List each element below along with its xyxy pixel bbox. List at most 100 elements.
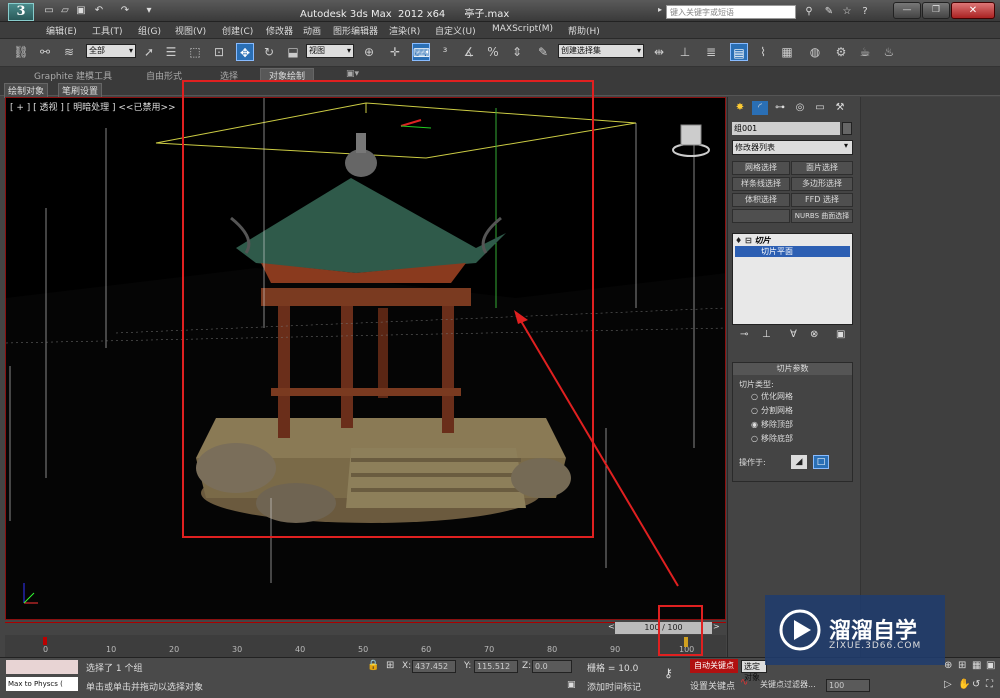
select-object-icon[interactable]: ➚ — [140, 43, 158, 61]
link-icon[interactable]: ⛓ — [12, 43, 30, 61]
y-coordinate-field[interactable]: 115.512 — [474, 660, 518, 673]
current-frame-field[interactable]: 100 — [826, 679, 870, 692]
rectangle-selection-icon[interactable]: ⬚ — [186, 43, 204, 61]
subtab-paint-object[interactable]: 绘制对象 — [4, 83, 49, 98]
percent-snap-icon[interactable]: % — [484, 43, 502, 61]
snaps-toggle-icon[interactable]: ³ — [436, 43, 454, 61]
mesh-select-button[interactable]: 网格选择 — [732, 161, 790, 175]
poly-select-button[interactable]: 多边形选择 — [791, 177, 853, 191]
window-crossing-icon[interactable]: ⊡ — [210, 43, 228, 61]
z-coordinate-field[interactable]: 0.0 — [532, 660, 572, 673]
align-icon[interactable]: ⊥ — [676, 43, 694, 61]
maxscript-listener[interactable]: Max to Physcs ( — [6, 677, 78, 691]
modifier-list-dropdown[interactable]: 修改器列表 — [732, 140, 853, 155]
motion-tab-icon[interactable]: ◎ — [792, 101, 808, 115]
empty-mod-button[interactable] — [732, 209, 790, 223]
select-manipulate-icon[interactable]: ✛ — [386, 43, 404, 61]
prev-frame-icon[interactable]: < — [608, 622, 615, 631]
modify-tab-icon[interactable]: ◜ — [752, 101, 768, 115]
binoculars-icon[interactable]: ⚲ — [802, 5, 816, 18]
zoom-all-icon[interactable]: ⊞ — [958, 660, 966, 671]
zoom-extents-icon[interactable]: ▦ — [972, 660, 981, 671]
display-tab-icon[interactable]: ▭ — [812, 101, 828, 115]
named-selection-dropdown[interactable]: 创建选择集 — [558, 44, 644, 58]
menu-modifiers[interactable]: 修改器 — [266, 24, 293, 37]
mirror-icon[interactable]: ⇹ — [650, 43, 668, 61]
angle-snap-icon[interactable]: ∡ — [460, 43, 478, 61]
tab-graphite-modeling[interactable]: Graphite 建模工具 — [34, 69, 112, 82]
create-tab-icon[interactable]: ✸ — [732, 101, 748, 115]
auto-key-button[interactable]: 自动关键点 — [690, 659, 738, 673]
subtab-brush-settings[interactable]: 笔刷设置 — [58, 83, 103, 98]
render-production-icon[interactable]: ♨ — [880, 43, 898, 61]
minimize-button[interactable]: — — [893, 2, 921, 19]
select-by-name-icon[interactable]: ☰ — [162, 43, 180, 61]
zoom-icon[interactable]: ⊕ — [944, 660, 952, 671]
absolute-mode-icon[interactable]: ⊞ — [386, 660, 394, 671]
curve-editor-icon[interactable]: ⌇ — [754, 43, 772, 61]
bind-spacewarp-icon[interactable]: ≋ — [60, 43, 78, 61]
menu-views[interactable]: 视图(V) — [175, 24, 206, 37]
keyboard-shortcut-icon[interactable]: ⌨ — [412, 43, 430, 61]
undo-icon[interactable]: ↶ — [92, 5, 106, 17]
tab-freeform[interactable]: 自由形式 — [146, 69, 182, 82]
fov-icon[interactable]: ▷ — [944, 679, 952, 690]
next-frame-icon[interactable]: > — [713, 622, 720, 631]
menu-maxscript[interactable]: MAXScript(M) — [492, 24, 553, 34]
operate-face-button[interactable]: ◢ — [791, 455, 807, 469]
add-time-tag[interactable]: 添加时间标记 — [587, 680, 641, 693]
search-arrow-icon[interactable]: ▸ — [658, 5, 662, 14]
viewcube[interactable] — [671, 120, 711, 163]
help-icon[interactable]: ? — [858, 5, 872, 18]
selection-filter-dropdown[interactable]: 全部 — [86, 44, 136, 58]
app-logo-button[interactable]: 3 — [8, 3, 34, 21]
lock-icon[interactable]: 🔒 — [367, 660, 379, 671]
render-setup-icon[interactable]: ⚙ — [832, 43, 850, 61]
maximize-viewport-icon[interactable]: ⛶ — [986, 679, 993, 690]
stack-item-slice-plane[interactable]: 切片平面 — [735, 246, 850, 257]
modifier-stack[interactable]: ♦ ⊟ 切片 切片平面 — [732, 233, 853, 325]
show-end-result-icon[interactable]: ⊥ — [762, 329, 771, 340]
select-scale-icon[interactable]: ⬓ — [284, 43, 302, 61]
graphite-toggle-icon[interactable]: ▤ — [730, 43, 748, 61]
chevron-down-icon[interactable]: ▾ — [844, 141, 848, 150]
menu-graph-editors[interactable]: 图形编辑器 — [333, 24, 378, 37]
save-icon[interactable]: ▣ — [74, 5, 88, 17]
menu-animation[interactable]: 动画 — [303, 24, 321, 37]
schematic-view-icon[interactable]: ▦ — [778, 43, 796, 61]
key-icon[interactable]: ⚷ — [664, 666, 673, 680]
spinner-snap-icon[interactable]: ⇕ — [508, 43, 526, 61]
maxscript-listener-top[interactable] — [6, 660, 78, 674]
star-icon[interactable]: ☆ — [840, 5, 854, 18]
menu-edit[interactable]: 编辑(E) — [46, 24, 77, 37]
patch-select-button[interactable]: 面片选择 — [791, 161, 853, 175]
quick-access-dropdown-icon[interactable]: ▾ — [142, 5, 156, 17]
keyframe-marker[interactable] — [43, 637, 47, 645]
remove-modifier-icon[interactable]: ⊗ — [810, 329, 818, 340]
add-time-tag-icon[interactable]: ▣ — [567, 680, 576, 690]
rendered-frame-icon[interactable]: ☕ — [856, 43, 874, 61]
timeline-track[interactable]: 0 10 20 30 40 50 60 70 80 90 100 — [5, 635, 726, 657]
radio-refine-mesh[interactable]: 优化网格 — [751, 391, 793, 402]
operate-poly-button[interactable]: □ — [813, 455, 829, 469]
x-coordinate-field[interactable]: 437.452 — [412, 660, 456, 673]
object-color-swatch[interactable] — [842, 122, 852, 135]
object-name-field[interactable]: 组001 — [732, 122, 840, 135]
edit-named-selections-icon[interactable]: ✎ — [534, 43, 552, 61]
reference-coord-dropdown[interactable]: 视图 — [306, 44, 354, 58]
menu-tools[interactable]: 工具(T) — [92, 24, 123, 37]
hierarchy-tab-icon[interactable]: ⊶ — [772, 101, 788, 115]
pivot-center-icon[interactable]: ⊕ — [360, 43, 378, 61]
spline-select-button[interactable]: 样条线选择 — [732, 177, 790, 191]
close-button[interactable]: ✕ — [951, 2, 995, 19]
pan-icon[interactable]: ✋ — [958, 679, 970, 690]
selected-set-dropdown[interactable]: 选定对象 — [741, 660, 767, 682]
radio-remove-top[interactable]: 移除顶部 — [751, 419, 793, 430]
menu-help[interactable]: 帮助(H) — [568, 24, 600, 37]
tools-icon[interactable]: ✎ — [822, 5, 836, 18]
configure-sets-icon[interactable]: ▣ — [836, 329, 845, 340]
material-editor-icon[interactable]: ◍ — [806, 43, 824, 61]
vol-select-button[interactable]: 体积选择 — [732, 193, 790, 207]
pin-stack-icon[interactable]: ⊸ — [740, 329, 748, 340]
rollout-title[interactable]: 切片参数 — [733, 363, 852, 375]
